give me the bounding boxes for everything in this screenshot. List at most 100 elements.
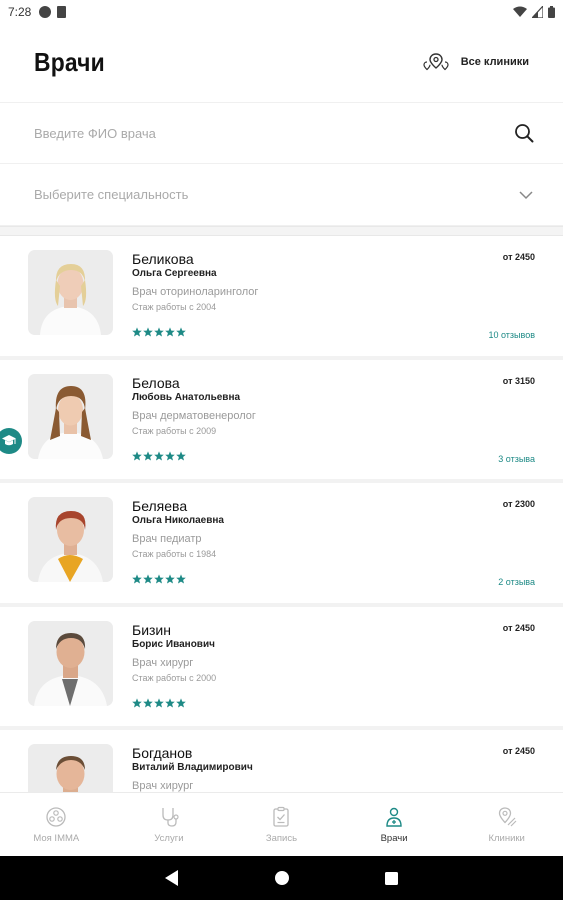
star-icon — [132, 574, 142, 584]
all-clinics-button[interactable]: Все клиники — [421, 52, 529, 72]
clinics-map-icon — [423, 53, 449, 71]
rating-stars — [132, 450, 186, 461]
page-title: Врачи — [34, 46, 105, 77]
home-icon[interactable] — [274, 870, 290, 886]
stethoscope-icon — [162, 808, 179, 827]
doctor-surname: Беляева — [132, 498, 188, 514]
doctor-price: от 2300 — [502, 499, 535, 509]
doctor-search-input[interactable] — [34, 125, 513, 141]
star-icon — [132, 697, 142, 707]
bottom-navigation: Моя IMMA Услуги Запись Врачи Клиники — [0, 792, 563, 856]
nav-label: Врачи — [380, 833, 408, 844]
rating-stars — [132, 327, 186, 337]
reviews-link[interactable]: 3 отзыва — [498, 454, 535, 464]
doctor-card[interactable]: Бизин Борис Иванович Врач хирург Стаж ра… — [0, 607, 563, 730]
wifi-icon — [513, 6, 527, 17]
doctor-photo — [28, 620, 113, 706]
battery-icon — [548, 6, 555, 18]
star-icon — [176, 327, 186, 337]
location-icon — [498, 807, 517, 827]
doctor-price: от 3150 — [502, 375, 535, 386]
chevron-down-icon — [519, 190, 533, 199]
doctor-info: Богданов Виталий Владимирович Врач хирур… — [132, 744, 535, 792]
reviews-link[interactable]: 2 отзыва — [498, 577, 535, 587]
doctor-icon — [386, 807, 402, 827]
doctor-surname: Белова — [132, 374, 180, 391]
specialty-select[interactable]: Выберите специальность — [0, 164, 563, 226]
star-icon — [165, 450, 175, 460]
doctor-photo-image — [28, 250, 113, 335]
doctor-specialty: Врач педиатр — [132, 533, 202, 545]
nav-item-appointment[interactable]: Запись — [225, 793, 338, 856]
doctor-info: Бизин Борис Иванович Врач хирург Стаж ра… — [132, 621, 535, 717]
graduation-cap-icon — [2, 434, 16, 445]
doctor-photo — [28, 250, 113, 335]
doctor-card[interactable]: Белова Любовь Анатольевна Врач дерматове… — [0, 360, 563, 483]
doctor-surname: Беликова — [132, 251, 194, 267]
doctor-specialty: Врач хирург — [132, 780, 194, 792]
education-badge — [0, 427, 22, 454]
doctor-given-name: Ольга Николаевна — [132, 515, 224, 526]
star-icon — [154, 450, 164, 460]
rating-stars — [132, 697, 186, 708]
doctor-card[interactable]: Беликова Ольга Сергеевна Врач оторинолар… — [0, 236, 563, 360]
doctor-specialty: Врач хирург — [132, 656, 194, 669]
doctor-info: Белова Любовь Анатольевна Врач дерматове… — [132, 374, 535, 470]
star-icon — [143, 697, 153, 707]
nav-label: Услуги — [154, 833, 184, 844]
doctor-card[interactable]: Богданов Виталий Владимирович Врач хирур… — [0, 730, 563, 792]
nav-label: Запись — [265, 833, 298, 844]
header: Врачи Все клиники — [0, 24, 563, 100]
notification-icon — [39, 6, 52, 18]
all-clinics-label: Все клиники — [460, 56, 529, 68]
app-screen: 7:28 Врачи Все клиники Выб — [0, 0, 563, 900]
specialty-placeholder: Выберите специальность — [34, 187, 189, 202]
doctor-experience: Стаж работы с 1984 — [132, 549, 217, 559]
nav-item-my-imma[interactable]: Моя IMMA — [0, 793, 113, 856]
star-icon — [132, 327, 142, 337]
rating-stars — [132, 574, 186, 584]
star-icon — [143, 327, 153, 337]
status-bar: 7:28 — [0, 0, 563, 24]
doctor-photo-image — [28, 373, 113, 459]
doctor-photo-image — [28, 497, 113, 582]
recents-icon[interactable] — [384, 871, 399, 886]
doctor-info: Беляева Ольга Николаевна Врач педиатр Ст… — [132, 497, 535, 593]
nav-label: Моя IMMA — [33, 833, 80, 844]
search-icon[interactable] — [513, 122, 535, 144]
star-icon — [154, 327, 164, 337]
doctor-given-name: Борис Иванович — [132, 638, 215, 650]
nav-item-services[interactable]: Услуги — [113, 793, 226, 856]
search-row — [0, 102, 563, 164]
star-icon — [143, 574, 153, 584]
doctor-list: Беликова Ольга Сергеевна Врач оторинолар… — [0, 236, 563, 792]
star-icon — [176, 574, 186, 584]
doctor-info: Беликова Ольга Сергеевна Врач оторинолар… — [132, 250, 535, 346]
star-icon — [165, 327, 175, 337]
star-icon — [165, 574, 175, 584]
star-icon — [165, 697, 175, 707]
doctor-surname: Бизин — [132, 621, 171, 638]
nav-label: Клиники — [488, 833, 525, 844]
section-divider — [0, 226, 563, 236]
doctor-given-name: Виталий Владимирович — [132, 762, 253, 773]
doctor-photo — [28, 744, 113, 792]
system-navigation-bar — [0, 856, 563, 900]
nav-item-clinics[interactable]: Клиники — [450, 793, 563, 856]
star-icon — [143, 450, 153, 460]
doctor-photo-image — [28, 744, 113, 792]
doctor-experience: Стаж работы с 2004 — [132, 302, 217, 312]
doctor-specialty: Врач оториноларинголог — [132, 286, 259, 298]
star-icon — [176, 697, 186, 707]
nav-item-doctors[interactable]: Врачи — [338, 793, 451, 856]
doctor-specialty: Врач дерматовенеролог — [132, 409, 256, 422]
back-icon[interactable] — [164, 869, 180, 887]
reviews-link[interactable]: 10 отзывов — [488, 330, 535, 340]
doctor-photo-image — [28, 620, 113, 706]
doctor-given-name: Любовь Анатольевна — [132, 391, 241, 403]
doctor-price: от 2450 — [502, 622, 535, 633]
doctor-card[interactable]: Беляева Ольга Николаевна Врач педиатр Ст… — [0, 483, 563, 607]
doctor-experience: Стаж работы с 2009 — [132, 425, 217, 436]
doctor-surname: Богданов — [132, 745, 193, 761]
doctor-photo — [28, 497, 113, 582]
